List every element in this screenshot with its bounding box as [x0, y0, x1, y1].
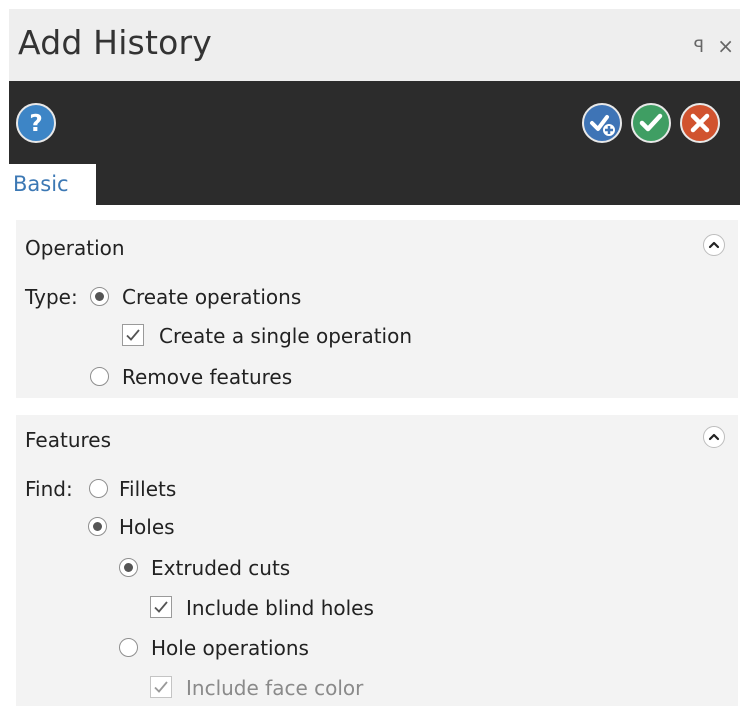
- operation-group: Operation Type: Create operations Create…: [16, 220, 738, 398]
- include-face-color-label: Include face color: [186, 676, 364, 700]
- chevron-up-icon: [708, 433, 720, 441]
- holes-radio[interactable]: [88, 517, 107, 536]
- checkmark-icon: [154, 601, 168, 613]
- cancel-button[interactable]: [680, 103, 720, 143]
- close-icon[interactable]: ×: [717, 34, 734, 58]
- hole-operations-radio[interactable]: [119, 638, 138, 657]
- apply-and-next-button[interactable]: [582, 103, 622, 143]
- extruded-cuts-label[interactable]: Extruded cuts: [151, 556, 290, 580]
- tab-basic[interactable]: Basic: [9, 164, 96, 205]
- include-blind-holes-checkbox[interactable]: [150, 596, 172, 618]
- tab-basic-label: Basic: [13, 172, 69, 196]
- remove-features-radio[interactable]: [90, 367, 109, 386]
- fillets-label[interactable]: Fillets: [119, 477, 176, 501]
- apply-and-next-icon: [590, 115, 615, 136]
- ok-button[interactable]: [631, 103, 671, 143]
- fillets-radio[interactable]: [89, 479, 108, 498]
- help-glyph: ?: [29, 111, 42, 137]
- features-collapse-button[interactable]: [703, 426, 725, 448]
- title-bar: Add History ꟼ ×: [9, 9, 740, 81]
- ok-check-icon: [639, 113, 663, 132]
- hole-operations-label[interactable]: Hole operations: [151, 636, 309, 660]
- type-label: Type:: [25, 285, 78, 309]
- create-operations-label[interactable]: Create operations: [122, 285, 301, 309]
- operation-collapse-button[interactable]: [703, 234, 725, 256]
- operation-group-title: Operation: [25, 236, 125, 260]
- toolbar: ? Basic: [9, 81, 740, 205]
- chevron-up-icon: [708, 241, 720, 249]
- features-group: Features Find: Fillets Holes Extruded cu…: [16, 415, 738, 706]
- help-icon: ?: [29, 111, 42, 137]
- cancel-x-icon: [690, 113, 710, 133]
- remove-features-label[interactable]: Remove features: [122, 365, 292, 389]
- features-group-title: Features: [25, 428, 111, 452]
- include-blind-holes-label[interactable]: Include blind holes: [186, 596, 374, 620]
- find-label: Find:: [25, 477, 73, 501]
- checkmark-icon: [154, 681, 168, 693]
- extruded-cuts-radio[interactable]: [119, 558, 138, 577]
- single-operation-checkbox[interactable]: [122, 324, 144, 346]
- checkmark-icon: [126, 329, 140, 341]
- pin-icon[interactable]: ꟼ: [694, 37, 704, 57]
- holes-label[interactable]: Holes: [119, 515, 175, 539]
- window-title: Add History: [18, 23, 212, 62]
- help-button[interactable]: ?: [16, 103, 56, 143]
- single-operation-label[interactable]: Create a single operation: [159, 324, 412, 348]
- create-operations-radio[interactable]: [90, 287, 109, 306]
- include-face-color-checkbox: [150, 676, 172, 698]
